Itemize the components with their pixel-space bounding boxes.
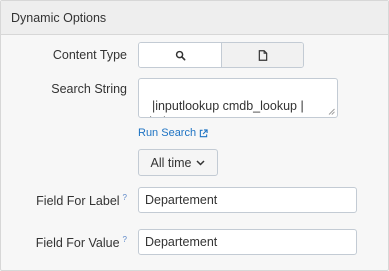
external-link-icon [199,128,208,137]
resize-grip-icon[interactable] [328,108,335,115]
content-type-search-option[interactable] [139,43,221,67]
search-icon [175,50,185,60]
time-range-label: All time [150,155,192,170]
field-for-label-text: Field For Label [36,194,120,209]
field-for-value-input[interactable] [138,229,357,255]
content-type-label: Content Type [52,48,127,62]
field-for-label-help-icon[interactable]: ? [123,193,127,202]
document-icon [258,49,267,61]
panel-title: Dynamic Options [11,11,107,25]
content-type-static-option[interactable] [221,43,303,67]
search-string-textarea[interactable]: |inputlookup cmdb_lookup | dedup Departe… [138,78,338,118]
chevron-down-icon [196,159,206,166]
field-for-value-help-icon[interactable]: ? [123,235,127,244]
run-search-link[interactable]: Run Search [138,127,208,139]
field-for-value-label: Field For Value? [36,235,127,250]
run-search-label: Run Search [138,127,197,139]
panel-header: Dynamic Options [1,1,388,35]
content-type-toggle [138,42,304,68]
search-string-label: Search String [51,82,127,96]
field-for-label-input[interactable] [138,187,357,213]
time-range-picker[interactable]: All time [138,149,218,176]
field-for-label-label: Field For Label? [36,193,127,208]
field-for-value-text: Field For Value [35,236,120,251]
search-string-value: |inputlookup cmdb_lookup | dedup Departe… [145,99,304,117]
